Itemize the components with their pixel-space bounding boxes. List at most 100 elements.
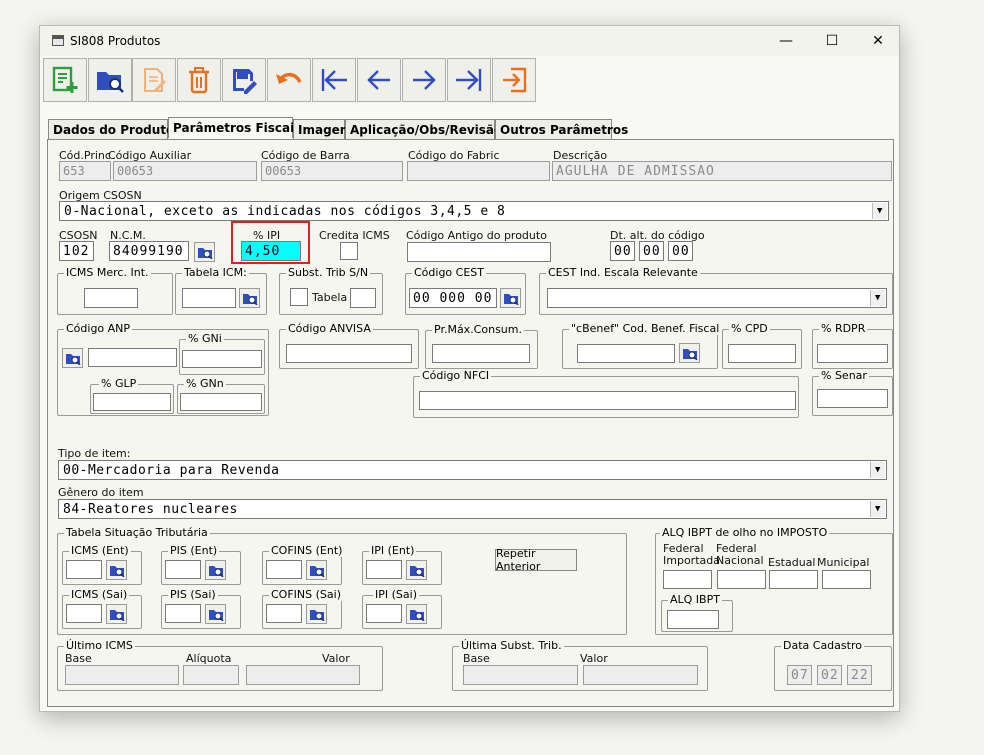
ipi-sai-search-button[interactable] [406,604,427,624]
next-record-button[interactable] [402,58,446,102]
federal-importada-field[interactable] [663,570,712,589]
new-record-icon [52,66,78,93]
gnn-field[interactable] [180,393,262,411]
icms-sai-field[interactable] [66,604,102,623]
cod-barra-field[interactable]: 00653 [261,161,403,181]
cod-anp-field[interactable] [88,348,177,367]
dropdown-arrow-icon[interactable]: ▼ [872,203,887,219]
save-record-button[interactable] [222,58,266,102]
ipi-field[interactable]: 4,50 [241,241,301,261]
cod-cest-field[interactable]: 00 000 00 [409,288,497,308]
pr-max-field[interactable] [432,344,530,363]
cod-cest-label: Código CEST [412,266,486,279]
icms-ent-field[interactable] [66,560,102,579]
origem-select[interactable]: 0-Nacional, exceto as indicadas nos códi… [59,201,889,221]
delete-record-button[interactable] [177,58,221,102]
tab-parametros-fiscais[interactable]: Parâmetros Fiscais [168,117,301,138]
previous-record-button[interactable] [357,58,401,102]
tipo-item-select[interactable]: 00-Mercadoria para Revenda ▼ [58,460,887,480]
tabela-icm-search-button[interactable] [239,288,260,308]
first-record-button[interactable] [312,58,356,102]
ncm-field[interactable]: 84099190 [109,241,189,261]
cadastro-month[interactable]: 02 [817,665,842,685]
search-record-button[interactable] [88,58,132,102]
ipi-ent-search-button[interactable] [406,560,427,580]
cod-anp-search-button[interactable] [62,348,83,368]
cod-cest-search-button[interactable] [500,288,521,308]
rdpr-field[interactable] [817,344,888,363]
cadastro-day[interactable]: 07 [787,665,812,685]
pis-sai-search-button[interactable] [205,604,226,624]
pis-ent-search-button[interactable] [205,560,226,580]
undo-button[interactable] [267,58,311,102]
ncm-search-button[interactable] [194,242,215,262]
cbenef-search-button[interactable] [679,343,700,363]
ultimo-aliquota-field[interactable] [183,665,239,685]
cod-fabric-field[interactable] [407,161,550,181]
gni-field[interactable] [182,350,262,368]
federal-nacional-field[interactable] [717,570,766,589]
descricao-field[interactable]: AGULHA DE ADMISSAO [552,161,892,181]
credita-icms-checkbox[interactable] [340,242,358,260]
cbenef-field[interactable] [577,344,675,363]
arrow-left-icon [367,70,390,90]
ipi-ent-field[interactable] [366,560,402,579]
maximize-button[interactable]: ☐ [809,30,855,52]
ultima-subst-base-field[interactable] [463,665,578,685]
estadual-field[interactable] [769,570,818,589]
origem-value: 0-Nacional, exceto as indicadas nos códi… [64,204,506,219]
icms-ent-search-button[interactable] [106,560,127,580]
close-button[interactable]: ✕ [855,30,901,52]
senar-field[interactable] [817,389,888,408]
pis-ent-field[interactable] [165,560,201,579]
tab-outros-parametros[interactable]: Outros Parâmetros [495,119,628,139]
minimize-button[interactable]: — [763,30,809,52]
cod-anvisa-field[interactable] [286,344,412,363]
new-record-button[interactable] [43,58,87,102]
tab-imagem[interactable]: Imagem [293,119,352,139]
edit-record-button[interactable] [132,58,176,102]
ipi-ent-label: IPI (Ent) [369,544,417,557]
subst-trib-checkbox[interactable] [290,288,308,306]
folder-search-icon [409,566,425,577]
cod-cest-group: Código CEST 00 000 00 [405,266,526,315]
ipi-sai-field[interactable] [366,604,402,623]
cofins-ent-field[interactable] [266,560,302,579]
exit-button[interactable] [492,58,536,102]
csosn-field[interactable]: 102 [59,241,94,261]
tab-dados-produto[interactable]: Dados do Produto [48,119,174,139]
cofins-sai-search-button[interactable] [306,604,327,624]
cod-princ-field[interactable]: 653 [59,161,111,181]
cod-auxiliar-field[interactable]: 00653 [113,161,257,181]
tab-aplicacao[interactable]: Aplicação/Obs/Revisão [345,119,502,139]
cpd-field[interactable] [728,344,796,363]
cest-ind-select[interactable]: ▼ [547,288,887,308]
municipal-field[interactable] [822,570,871,589]
ultima-subst-valor-field[interactable] [583,665,698,685]
icms-sai-search-button[interactable] [106,604,127,624]
dt-alt-month[interactable]: 00 [639,241,664,261]
cofins-sai-field[interactable] [266,604,302,623]
repetir-anterior-button[interactable]: Repetir Anterior [495,547,577,573]
ultimo-valor-field[interactable] [246,665,360,685]
icms-merc-field[interactable] [84,288,138,308]
folder-search-icon [309,566,325,577]
subst-tabela-field[interactable] [350,288,376,308]
genero-item-select[interactable]: 84-Reatores nucleares ▼ [58,499,887,519]
pis-sai-field[interactable] [165,604,201,623]
cofins-ent-search-button[interactable] [306,560,327,580]
dropdown-arrow-icon[interactable]: ▼ [870,290,885,306]
folder-search-icon [242,294,258,305]
cod-nfci-field[interactable] [419,391,796,410]
tabela-icm-field[interactable] [182,288,236,308]
cod-antigo-field[interactable] [407,242,551,262]
ultimo-base-field[interactable] [65,665,179,685]
dt-alt-day[interactable]: 00 [610,241,635,261]
glp-field[interactable] [93,393,171,411]
dropdown-arrow-icon[interactable]: ▼ [870,462,885,478]
cadastro-year[interactable]: 22 [847,665,872,685]
alq-ibpt-field[interactable] [667,610,719,629]
dropdown-arrow-icon[interactable]: ▼ [870,501,885,517]
dt-alt-year[interactable]: 00 [668,241,693,261]
last-record-button[interactable] [447,58,491,102]
